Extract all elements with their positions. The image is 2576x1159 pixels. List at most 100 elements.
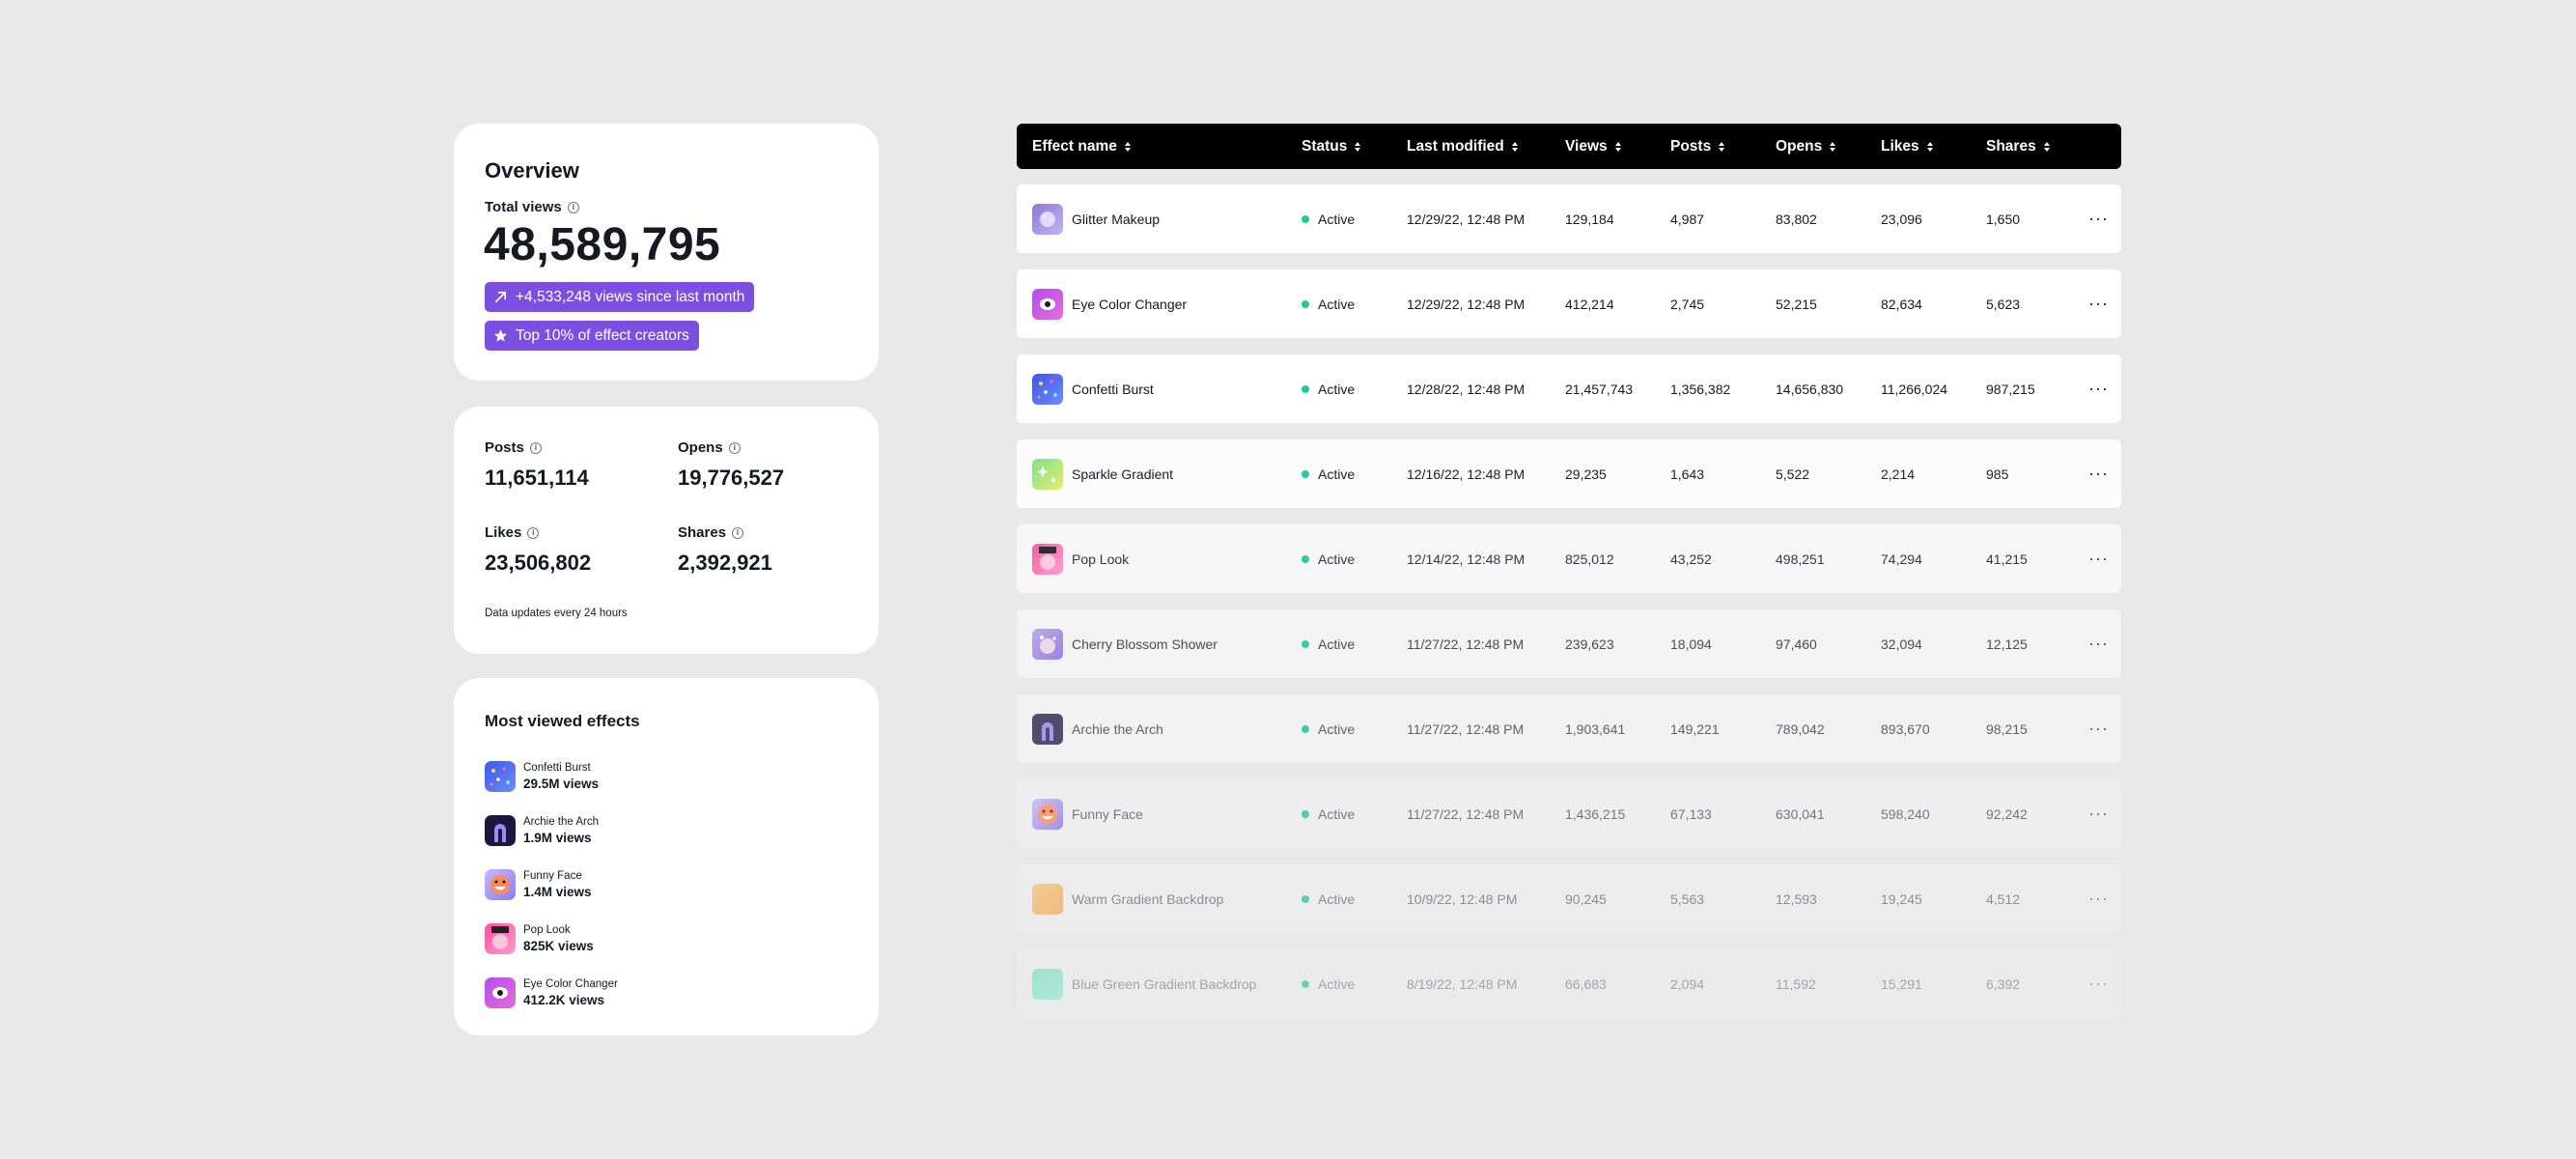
opens-cell: 11,592: [1776, 975, 1816, 992]
more-options-icon[interactable]: ···: [2088, 694, 2109, 763]
table-row[interactable]: Blue Green Gradient Backdrop Active 8/19…: [1017, 949, 2121, 1018]
more-options-icon[interactable]: ···: [2088, 779, 2109, 848]
posts-cell: 1,356,382: [1670, 381, 1731, 397]
likes-cell: 74,294: [1881, 551, 1922, 567]
warm-gradient-icon: [1032, 883, 1063, 915]
column-header-shares[interactable]: Shares: [1986, 124, 2050, 169]
views-cell: 239,623: [1565, 636, 1614, 652]
opens-stat: Opens i 19,776,527: [678, 439, 784, 491]
most-viewed-item[interactable]: Funny Face 1.4M views: [485, 858, 618, 912]
column-header-likes[interactable]: Likes: [1881, 124, 1933, 169]
views-cell: 21,457,743: [1565, 381, 1634, 397]
shares-cell: 41,215: [1986, 551, 2028, 567]
info-icon[interactable]: i: [728, 441, 741, 454]
views-cell: 825,012: [1565, 551, 1614, 567]
sort-icon: [1614, 141, 1621, 152]
shares-cell: 987,215: [1986, 381, 2035, 397]
views-cell: 412,214: [1565, 296, 1614, 312]
effect-name[interactable]: Archie the Arch: [1072, 721, 1163, 737]
sort-icon: [1355, 141, 1361, 152]
views-cell: 66,683: [1565, 975, 1607, 992]
most-viewed-card: Most viewed effects Confetti Burst 29.5M …: [454, 678, 879, 1035]
column-header-label: Likes: [1881, 137, 1919, 155]
most-viewed-views: 412.2K views: [523, 993, 605, 1007]
glitter-icon: [1032, 203, 1063, 235]
posts-cell: 2,745: [1670, 296, 1705, 312]
confetti-icon: [485, 761, 516, 792]
more-options-icon[interactable]: ···: [2088, 184, 2109, 253]
last-modified: 12/29/22, 12:48 PM: [1407, 211, 1526, 227]
table-row[interactable]: Confetti Burst Active 12/28/22, 12:48 PM…: [1017, 354, 2121, 423]
column-header-opens[interactable]: Opens: [1776, 124, 1836, 169]
effect-name[interactable]: Cherry Blossom Shower: [1072, 636, 1218, 652]
sort-icon: [1511, 141, 1518, 152]
more-options-icon[interactable]: ···: [2088, 354, 2109, 423]
table-row[interactable]: Archie the Arch Active 11/27/22, 12:48 P…: [1017, 694, 2121, 763]
table-row[interactable]: Warm Gradient Backdrop Active 10/9/22, 1…: [1017, 864, 2121, 933]
status-text: Active: [1318, 211, 1356, 227]
table-row[interactable]: Sparkle Gradient Active 12/16/22, 12:48 …: [1017, 439, 2121, 508]
posts-cell: 43,252: [1670, 551, 1712, 567]
posts-cell: 18,094: [1670, 636, 1712, 652]
views-cell: 90,245: [1565, 890, 1607, 907]
effect-name[interactable]: Glitter Makeup: [1072, 212, 1160, 227]
column-header-posts[interactable]: Posts: [1670, 124, 1725, 169]
most-viewed-item[interactable]: Pop Look 825K views: [485, 912, 618, 966]
column-header-status[interactable]: Status: [1302, 124, 1361, 169]
most-viewed-item[interactable]: Eye Color Changer 412.2K views: [485, 966, 618, 1020]
likes-cell: 82,634: [1881, 296, 1922, 312]
table-row[interactable]: Cherry Blossom Shower Active 11/27/22, 1…: [1017, 609, 2121, 678]
effect-name[interactable]: Warm Gradient Backdrop: [1072, 891, 1223, 907]
more-options-icon[interactable]: ···: [2088, 949, 2109, 1018]
info-icon[interactable]: i: [527, 526, 540, 539]
most-viewed-list: Confetti Burst 29.5M views Archie the Arc…: [485, 749, 618, 1020]
effect-name[interactable]: Blue Green Gradient Backdrop: [1072, 976, 1256, 992]
data-update-note: Data updates every 24 hours: [485, 608, 628, 619]
posts-label: Posts: [485, 439, 524, 456]
most-viewed-item[interactable]: Confetti Burst 29.5M views: [485, 749, 618, 804]
status-text: Active: [1318, 296, 1356, 312]
table-row[interactable]: Pop Look Active 12/14/22, 12:48 PM 825,0…: [1017, 524, 2121, 593]
effect-name[interactable]: Confetti Burst: [1072, 382, 1154, 397]
views-cell: 1,903,641: [1565, 721, 1626, 737]
status-dot: [1302, 469, 1309, 478]
more-options-icon[interactable]: ···: [2088, 609, 2109, 678]
table-row[interactable]: Eye Color Changer Active 12/29/22, 12:48…: [1017, 269, 2121, 338]
likes-value: 23,506,802: [485, 551, 592, 575]
stats-card: Posts i 11,651,114 Opens i 19,776,527 Like…: [454, 407, 879, 654]
more-options-icon[interactable]: ···: [2088, 439, 2109, 508]
effect-name[interactable]: Pop Look: [1072, 551, 1129, 567]
arch-icon: [485, 815, 516, 846]
effect-name[interactable]: Eye Color Changer: [1072, 297, 1187, 312]
growth-badge-text: +4,533,248 views since last month: [516, 288, 745, 305]
most-viewed-name: Pop Look: [523, 924, 571, 936]
column-header-last-modified[interactable]: Last modified: [1407, 124, 1518, 169]
effect-name[interactable]: Funny Face: [1072, 806, 1143, 822]
column-header-label: Posts: [1670, 137, 1712, 155]
info-icon[interactable]: i: [732, 526, 744, 539]
more-options-icon[interactable]: ···: [2088, 524, 2109, 593]
table-row[interactable]: Funny Face Active 11/27/22, 12:48 PM 1,4…: [1017, 779, 2121, 848]
posts-cell: 149,221: [1670, 721, 1720, 737]
effect-name[interactable]: Sparkle Gradient: [1072, 466, 1173, 482]
likes-cell: 893,670: [1881, 721, 1930, 737]
status-dot: [1302, 894, 1309, 903]
table-row[interactable]: Glitter Makeup Active 12/29/22, 12:48 PM…: [1017, 184, 2121, 253]
views-cell: 129,184: [1565, 211, 1614, 227]
rank-badge-text: Top 10% of effect creators: [516, 326, 689, 344]
rank-badge: Top 10% of effect creators: [485, 321, 699, 351]
most-viewed-views: 1.4M views: [523, 885, 592, 899]
likes-stat: Likes i 23,506,802: [485, 524, 591, 576]
status-dot: [1302, 299, 1309, 308]
more-options-icon[interactable]: ···: [2088, 269, 2109, 338]
most-viewed-views: 1.9M views: [523, 831, 592, 845]
more-options-icon[interactable]: ···: [2088, 864, 2109, 933]
info-icon[interactable]: i: [529, 441, 542, 454]
shares-label: Shares: [678, 524, 727, 541]
column-header-views[interactable]: Views: [1565, 124, 1621, 169]
most-viewed-item[interactable]: Archie the Arch 1.9M views: [485, 804, 618, 858]
info-icon[interactable]: i: [567, 201, 579, 213]
last-modified: 12/16/22, 12:48 PM: [1407, 466, 1526, 482]
column-header-effect-name[interactable]: Effect name: [1032, 124, 1131, 169]
status-dot: [1302, 639, 1309, 648]
